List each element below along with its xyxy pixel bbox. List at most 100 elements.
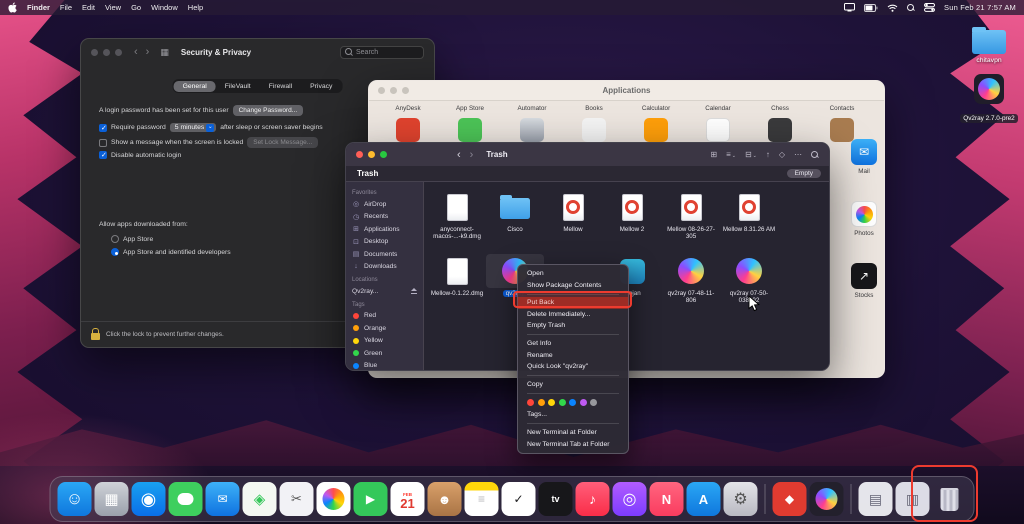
desktop-icon-chitavpn[interactable]: chitavpn	[960, 26, 1018, 64]
file-mellow-08-26[interactable]: Mellow 08-26-27-305	[662, 190, 720, 241]
news-dock-icon[interactable]: N	[650, 482, 684, 516]
show-message-checkbox[interactable]	[99, 139, 107, 147]
sidebar-item-applications[interactable]: ⊞Applications	[352, 223, 417, 236]
zoom-button[interactable]	[115, 49, 122, 56]
facetime-dock-icon[interactable]: ▶	[354, 482, 388, 516]
app-icon-7[interactable]	[768, 118, 792, 142]
file-mellow-dmg[interactable]: Mellow-0.1.22.dmg	[428, 254, 486, 297]
sidebar-item-recents[interactable]: ◷Recents	[352, 211, 417, 224]
app-label-calendar[interactable]: Calendar	[687, 105, 749, 112]
apple-menu-icon[interactable]	[8, 2, 17, 13]
podcasts-dock-icon[interactable]: ◎	[613, 482, 647, 516]
desktop-icon-qv2ray[interactable]: Qv2ray 2.7.0-pre2	[958, 74, 1020, 125]
forward-icon[interactable]: ›	[470, 149, 474, 161]
tag-icon[interactable]: ◇	[779, 150, 785, 159]
identified-developers-radio[interactable]	[111, 248, 119, 256]
sidebar-tag-orange[interactable]: Orange	[352, 322, 417, 335]
list-view-icon[interactable]: ≡⌄	[726, 150, 736, 159]
blue-tag-dot[interactable]	[569, 399, 576, 406]
menu-item-tags[interactable]: Tags...	[518, 409, 628, 421]
battery-icon[interactable]	[864, 4, 878, 12]
messages-dock-icon[interactable]	[169, 482, 203, 516]
menu-finder[interactable]: Finder	[27, 3, 50, 12]
control-center-icon[interactable]	[924, 3, 935, 12]
finder-dock-icon[interactable]: ☺	[58, 482, 92, 516]
safari-dock-icon[interactable]: ◉	[132, 482, 166, 516]
menu-item-quick-look[interactable]: Quick Look "qv2ray"	[518, 361, 628, 373]
sidebar-item-desktop[interactable]: ⊡Desktop	[352, 236, 417, 249]
sidebar-tag-blue[interactable]: Blue	[352, 360, 417, 371]
tab-privacy[interactable]: Privacy	[301, 81, 341, 92]
app-icon-3[interactable]	[520, 118, 544, 142]
back-icon[interactable]: ‹	[457, 149, 461, 161]
zoom-button[interactable]	[380, 151, 387, 158]
file-cisco-folder[interactable]: Cisco	[486, 190, 544, 233]
spotlight-search-icon[interactable]	[907, 4, 915, 12]
group-icon[interactable]: ⊟⌄	[745, 150, 757, 159]
require-password-interval-select[interactable]: 5 minutes	[170, 123, 216, 132]
sidebar-tag-red[interactable]: Red	[352, 310, 417, 323]
display-icon[interactable]	[844, 3, 855, 12]
back-icon[interactable]: ‹	[134, 46, 138, 58]
tab-filevault[interactable]: FileVault	[216, 81, 260, 92]
downloads-stack-dock-icon[interactable]: ▤	[859, 482, 893, 516]
calendar-dock-icon[interactable]: FEB 21	[391, 482, 425, 516]
app-icon-6[interactable]	[706, 118, 730, 142]
system-preferences-dock-icon[interactable]: ⚙	[724, 482, 758, 516]
contacts-dock-icon[interactable]: ☻	[428, 482, 462, 516]
tab-general[interactable]: General	[174, 81, 216, 92]
menu-item-delete-immediately[interactable]: Delete Immediately...	[518, 309, 628, 321]
scissors-dock-icon[interactable]: ✂	[280, 482, 314, 516]
green-tag-dot[interactable]	[559, 399, 566, 406]
gray-tag-dot[interactable]	[590, 399, 597, 406]
search-input[interactable]: Search	[340, 46, 424, 59]
require-password-checkbox[interactable]	[99, 124, 107, 132]
lock-icon[interactable]	[91, 333, 100, 340]
sidebar-item-airdrop[interactable]: ◎AirDrop	[352, 198, 417, 211]
red-app-dock-icon[interactable]: ◆	[773, 482, 807, 516]
menu-bar-clock[interactable]: Sun Feb 21 7:57 AM	[944, 3, 1016, 12]
empty-trash-button[interactable]: Empty	[787, 169, 821, 178]
menu-help[interactable]: Help	[188, 3, 203, 12]
app-store-dock-icon[interactable]: A	[687, 482, 721, 516]
sidebar-tag-yellow[interactable]: Yellow	[352, 335, 417, 348]
disable-auto-login-checkbox[interactable]	[99, 151, 107, 159]
menu-window[interactable]: Window	[151, 3, 178, 12]
sidebar-item-documents[interactable]: ▤Documents	[352, 248, 417, 261]
menu-item-new-terminal-tab[interactable]: New Terminal Tab at Folder	[518, 439, 628, 451]
share-icon[interactable]: ↑	[766, 150, 770, 159]
app-label-appstore[interactable]: App Store	[439, 105, 501, 112]
close-button[interactable]	[91, 49, 98, 56]
icon-view-icon[interactable]: ⊞	[710, 150, 717, 159]
orange-tag-dot[interactable]	[538, 399, 545, 406]
app-item-mail[interactable]: ✉ Mail	[833, 139, 885, 175]
app-label-books[interactable]: Books	[563, 105, 625, 112]
close-button[interactable]	[356, 151, 363, 158]
red-tag-dot[interactable]	[527, 399, 534, 406]
app-label-anydesk[interactable]: AnyDesk	[377, 105, 439, 112]
menu-item-get-info[interactable]: Get Info	[518, 338, 628, 350]
app-icon-4[interactable]	[582, 118, 606, 142]
qv2ray-dock-icon[interactable]	[810, 482, 844, 516]
eject-icon[interactable]	[410, 288, 417, 294]
menu-item-open[interactable]: Open	[518, 268, 628, 280]
set-lock-message-button[interactable]: Set Lock Message...	[247, 137, 318, 148]
file-mellow-83126[interactable]: Mellow 8.31.26 AM	[720, 190, 778, 233]
file-mellow-2[interactable]: Mellow 2	[603, 190, 661, 233]
notes-dock-icon[interactable]: ≡	[465, 482, 499, 516]
purple-tag-dot[interactable]	[580, 399, 587, 406]
mail-dock-icon[interactable]: ✉	[206, 482, 240, 516]
appstore-radio[interactable]	[111, 235, 119, 243]
app-label-chess[interactable]: Chess	[749, 105, 811, 112]
search-icon[interactable]	[811, 151, 819, 159]
sidebar-tag-green[interactable]: Green	[352, 347, 417, 360]
launchpad-dock-icon[interactable]: ▦	[95, 482, 129, 516]
file-anyconnect-dmg[interactable]: anyconnect-macos-...-k9.dmg	[428, 190, 486, 241]
tv-dock-icon[interactable]: tv	[539, 482, 573, 516]
sidebar-item-qv2ray-volume[interactable]: Qv2ray...	[352, 285, 417, 298]
reminders-dock-icon[interactable]: ✓	[502, 482, 536, 516]
show-all-icon[interactable]: ▦	[160, 47, 169, 58]
app-item-photos[interactable]: Photos	[833, 201, 885, 237]
wifi-icon[interactable]	[887, 4, 898, 12]
menu-item-new-terminal[interactable]: New Terminal at Folder	[518, 427, 628, 439]
